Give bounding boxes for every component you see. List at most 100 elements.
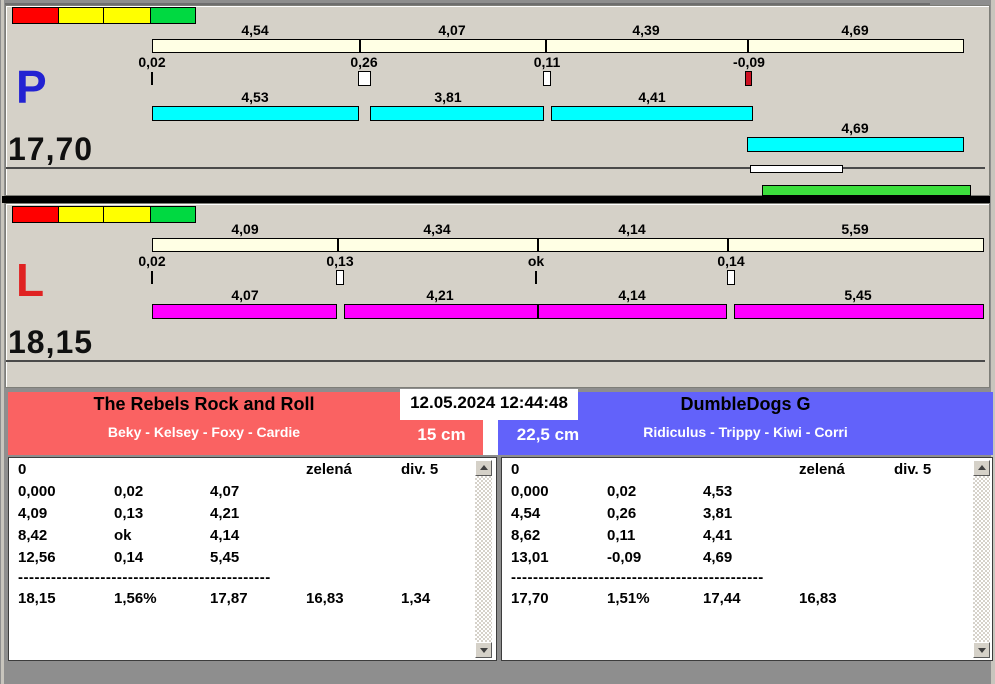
arrow-up-icon [978, 465, 986, 470]
dog-time-label: 4,41 [607, 90, 697, 105]
table-cell: zelená [799, 462, 845, 479]
changeover-label: 0,13 [295, 254, 385, 269]
bar-divider [747, 39, 749, 53]
table-cell: 4,54 [511, 506, 540, 523]
dog-time-label: 5,45 [813, 288, 903, 303]
results-table-right: 0zelenádiv. 50,0000,024,534,540,263,818,… [501, 457, 993, 661]
table-cell: 0,02 [114, 484, 143, 501]
dog-time-label: 3,81 [403, 90, 493, 105]
table-cell: zelená [306, 462, 352, 479]
run-letter-P: P [16, 64, 47, 110]
changeover-label: 0,14 [686, 254, 776, 269]
table-cell: 4,21 [210, 506, 239, 523]
table-cell: 0 [511, 462, 519, 479]
legend-green [150, 206, 196, 223]
changeover-tick [151, 271, 153, 284]
dog-time-label: 4,53 [210, 90, 300, 105]
arrow-down-icon [978, 648, 986, 653]
legend-yellow-2 [103, 206, 151, 223]
legend-green [150, 7, 196, 24]
split-time-label: 4,34 [392, 222, 482, 237]
changeover-tick [151, 72, 153, 85]
table-cell: 3,81 [703, 506, 732, 523]
dog-time-label: 4,14 [587, 288, 677, 303]
table-cell: 8,62 [511, 528, 540, 545]
changeover-label: 0,11 [502, 55, 592, 70]
scroll-down-button[interactable] [475, 642, 492, 658]
team-name-left: The Rebels Rock and Roll [8, 395, 400, 415]
legend-red [12, 7, 59, 24]
changeover-marker-box [336, 270, 344, 285]
total-split-bar [152, 238, 984, 252]
bar-divider [537, 238, 539, 252]
scroll-down-button[interactable] [973, 642, 990, 658]
bar-divider [727, 238, 729, 252]
dog-time-label: 4,69 [810, 121, 900, 136]
split-time-label: 4,69 [810, 23, 900, 38]
table-total-cell: 18,15 [18, 591, 56, 608]
results-table-left: 0zelenádiv. 50,0000,024,074,090,134,218,… [8, 457, 497, 661]
dog-time-bar [747, 137, 964, 152]
scroll-up-button[interactable] [973, 460, 990, 476]
size-badge-left: 15 cm [400, 420, 483, 455]
split-time-label: 4,09 [200, 222, 290, 237]
dog-time-label: 4,21 [395, 288, 485, 303]
changeover-marker-box [745, 71, 752, 86]
changeover-marker-box [358, 71, 371, 86]
table-total-cell: 16,83 [799, 591, 837, 608]
table-cell: 4,69 [703, 550, 732, 567]
team-name-right: DumbleDogs G [498, 395, 993, 415]
split-time-label: 4,07 [407, 23, 497, 38]
table-cell: -0,09 [607, 550, 641, 567]
split-time-label: 4,39 [601, 23, 691, 38]
dog-time-bar [152, 106, 359, 121]
table-cell: 4,41 [703, 528, 732, 545]
vertical-scrollbar[interactable] [475, 460, 492, 658]
table-cell: 0,26 [607, 506, 636, 523]
run-total-time-L: 18,15 [8, 326, 93, 358]
size-badge-right: 22,5 cm [498, 420, 598, 455]
window-left-edge [1, 0, 4, 684]
table-total-cell: 17,87 [210, 591, 248, 608]
bar-divider [337, 238, 339, 252]
vertical-scrollbar[interactable] [973, 460, 990, 658]
bar-divider [545, 39, 547, 53]
table-cell: div. 5 [401, 462, 438, 479]
changeover-label: 0,26 [319, 55, 409, 70]
table-cell: 0 [18, 462, 26, 479]
arrow-up-icon [480, 465, 488, 470]
run-total-time-P: 17,70 [8, 133, 93, 165]
table-cell: 0,11 [607, 528, 635, 545]
legend-yellow-1 [58, 7, 104, 24]
panel-divider [2, 196, 990, 203]
changeover-label: 0,02 [107, 55, 197, 70]
table-total-cell: 17,44 [703, 591, 741, 608]
timing-app-window: 4,54 4,07 4,39 4,69 0,02 0,26 0,11 -0,09 4,53 3,8… [0, 0, 995, 684]
table-cell: 8,42 [18, 528, 47, 545]
table-separator: ----------------------------------------… [511, 569, 793, 585]
table-cell: 4,09 [18, 506, 47, 523]
split-time-label: 4,14 [587, 222, 677, 237]
legend-yellow-2 [103, 7, 151, 24]
table-cell: 13,01 [511, 550, 549, 567]
changeover-label: -0,09 [704, 55, 794, 70]
dog-time-bar [551, 106, 753, 121]
table-cell: 12,56 [18, 550, 56, 567]
next-run-white-bar [750, 165, 843, 173]
changeover-label: ok [491, 254, 581, 269]
scroll-up-button[interactable] [475, 460, 492, 476]
legend-yellow-1 [58, 206, 104, 223]
panel-baseline [6, 360, 985, 362]
dog-time-bar [152, 304, 337, 319]
dog-time-label: 4,07 [200, 288, 290, 303]
table-separator: ----------------------------------------… [18, 569, 300, 585]
changeover-tick [535, 271, 537, 284]
dog-time-bar [734, 304, 984, 319]
run-letter-L: L [16, 257, 44, 303]
changeover-marker-box [727, 270, 735, 285]
table-cell: 0,13 [114, 506, 143, 523]
split-time-label: 5,59 [810, 222, 900, 237]
arrow-down-icon [480, 648, 488, 653]
team-members-left: Beky - Kelsey - Foxy - Cardie [8, 425, 400, 440]
table-cell: 4,14 [210, 528, 239, 545]
